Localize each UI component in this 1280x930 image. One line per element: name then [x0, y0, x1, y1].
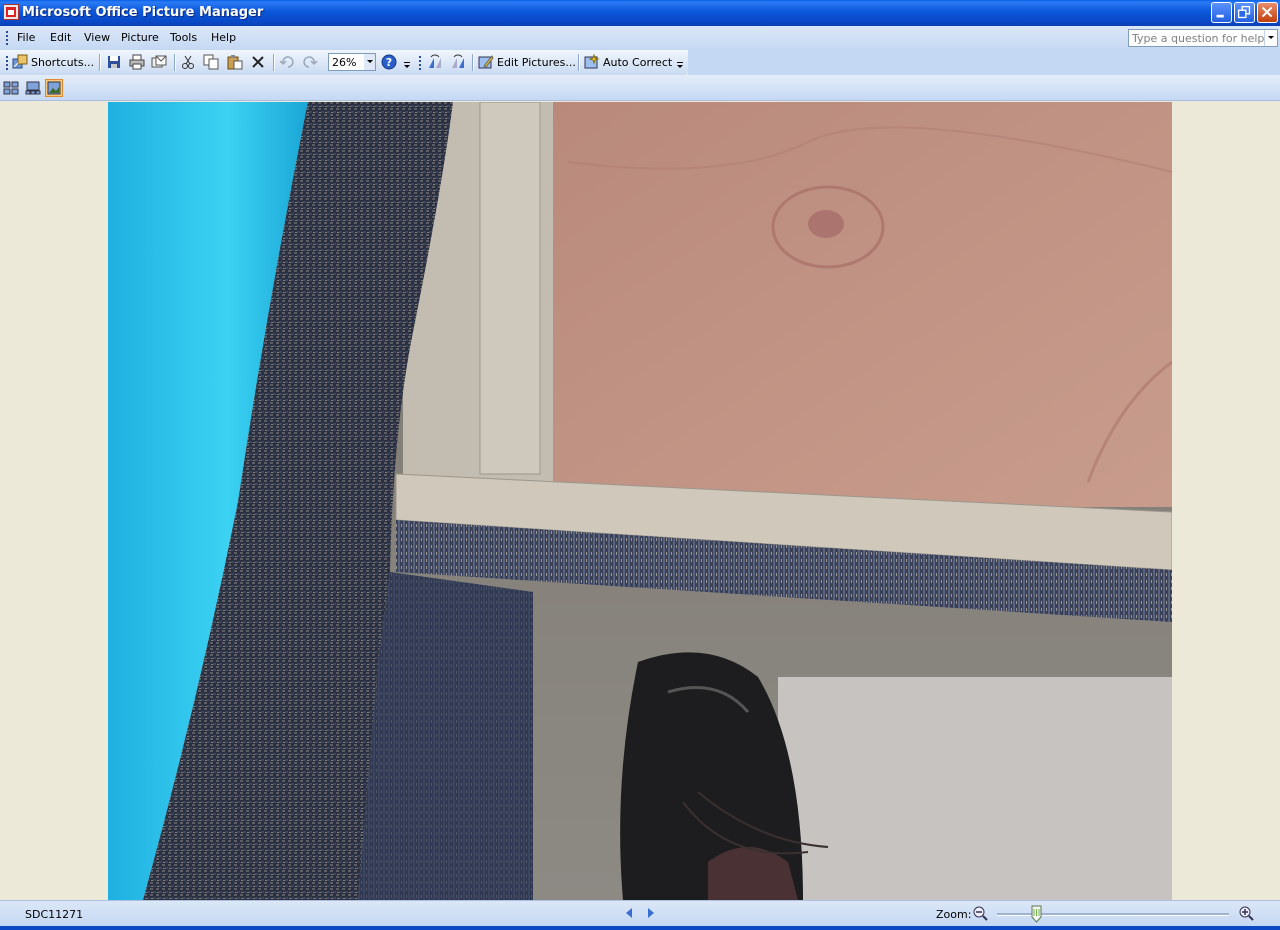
save-icon[interactable]	[106, 54, 122, 70]
toolbar-separator	[273, 54, 274, 71]
rotate-right-icon[interactable]	[450, 54, 466, 70]
help-search-input[interactable]: Type a question for help	[1128, 29, 1278, 47]
edit-pictures-button[interactable]: Edit Pictures...	[497, 56, 576, 69]
help-icon[interactable]: ?	[381, 54, 397, 70]
toolbar-separator	[472, 54, 473, 71]
toolbar-options-button[interactable]	[403, 53, 412, 73]
menu-grip[interactable]	[6, 31, 8, 45]
app-icon[interactable]	[3, 4, 19, 20]
rotate-left-icon[interactable]	[427, 54, 443, 70]
menu-edit[interactable]: Edit	[50, 31, 71, 44]
help-search-placeholder: Type a question for help	[1132, 32, 1265, 45]
restore-icon	[1237, 5, 1251, 19]
previous-icon[interactable]	[624, 907, 634, 919]
toolbar-background	[688, 50, 1280, 75]
print-icon[interactable]	[129, 54, 145, 70]
menu-view[interactable]: View	[84, 31, 110, 44]
shortcuts-icon[interactable]	[12, 54, 28, 70]
file-name: SDC11271	[25, 908, 84, 921]
zoom-slider-thumb[interactable]	[1031, 905, 1042, 923]
window-bottom-border	[0, 926, 1280, 930]
svg-text:?: ?	[386, 56, 392, 69]
zoom-out-icon[interactable]	[972, 905, 988, 921]
menu-file[interactable]: File	[17, 31, 35, 44]
toolbar-separator	[99, 54, 100, 71]
next-icon[interactable]	[646, 907, 656, 919]
toolbar-options-button[interactable]	[676, 53, 685, 73]
zoom-select[interactable]: 26%	[328, 53, 376, 71]
single-picture-view-button[interactable]	[45, 79, 63, 97]
help-search-dropdown[interactable]	[1264, 30, 1277, 46]
shortcuts-button[interactable]: Shortcuts...	[31, 56, 94, 69]
title-bar[interactable]: Microsoft Office Picture Manager	[0, 0, 1280, 26]
thumbnail-view-button[interactable]	[2, 79, 20, 97]
menu-bar: File Edit View Picture Tools Help Type a…	[0, 26, 1280, 50]
cut-icon[interactable]	[180, 54, 196, 70]
filmstrip-view-button[interactable]	[24, 79, 42, 97]
menu-help[interactable]: Help	[211, 31, 236, 44]
toolbar-grip[interactable]	[419, 56, 421, 70]
menu-tools[interactable]: Tools	[170, 31, 197, 44]
view-toolbar	[0, 75, 1280, 101]
delete-icon[interactable]	[250, 54, 266, 70]
minimize-button[interactable]	[1211, 2, 1232, 23]
zoom-label: Zoom:	[936, 908, 972, 921]
window-title: Microsoft Office Picture Manager	[22, 5, 264, 20]
close-icon	[1261, 6, 1273, 18]
photo-image	[108, 102, 1172, 900]
restore-button[interactable]	[1234, 2, 1255, 23]
status-bar: SDC11271 Zoom:	[0, 900, 1280, 926]
auto-correct-button[interactable]: Auto Correct	[603, 56, 672, 69]
toolbar-grip[interactable]	[6, 56, 8, 70]
mail-icon[interactable]	[151, 54, 167, 70]
filmstrip-view-icon	[25, 81, 41, 95]
close-button[interactable]	[1257, 2, 1278, 23]
thumbnail-view-icon	[3, 81, 19, 95]
edit-pictures-icon[interactable]	[478, 54, 494, 70]
chevron-down-icon[interactable]	[364, 54, 375, 70]
toolbar-separator	[578, 54, 579, 71]
undo-icon[interactable]	[279, 54, 295, 70]
menu-picture[interactable]: Picture	[121, 31, 159, 44]
zoom-select-value: 26%	[332, 56, 357, 69]
toolbar-separator	[174, 54, 175, 71]
auto-correct-icon[interactable]	[584, 54, 600, 70]
paste-icon[interactable]	[227, 54, 243, 70]
zoom-in-icon[interactable]	[1238, 905, 1254, 921]
redo-icon[interactable]	[302, 54, 318, 70]
copy-icon[interactable]	[203, 54, 219, 70]
minimize-icon	[1216, 14, 1224, 18]
picture-preview[interactable]	[108, 102, 1172, 900]
single-picture-view-icon	[47, 81, 61, 95]
